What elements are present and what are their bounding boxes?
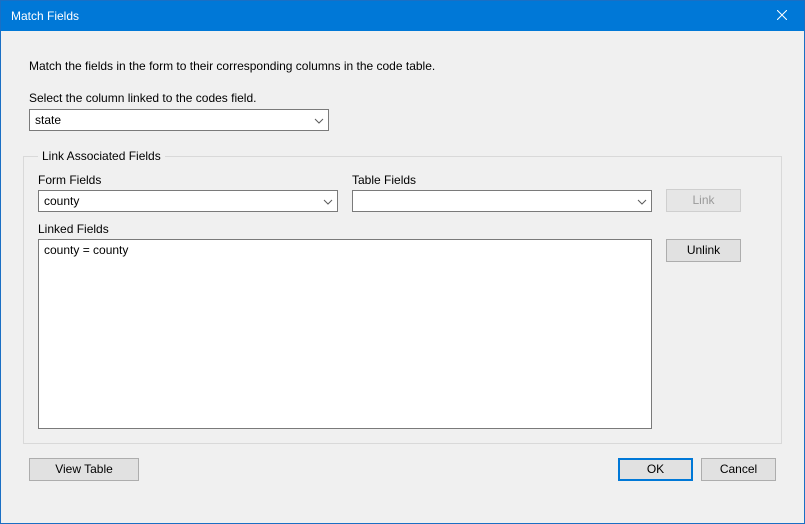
close-icon bbox=[777, 9, 787, 23]
table-fields-col: Table Fields bbox=[352, 173, 652, 212]
cancel-button[interactable]: Cancel bbox=[701, 458, 776, 481]
linked-row: county = county Unlink bbox=[38, 239, 767, 429]
link-associated-fields-group: Link Associated Fields Form Fields count… bbox=[23, 149, 782, 444]
window-title: Match Fields bbox=[11, 9, 759, 23]
group-legend: Link Associated Fields bbox=[38, 149, 165, 163]
chevron-down-icon bbox=[637, 193, 647, 209]
unlink-button[interactable]: Unlink bbox=[666, 239, 741, 262]
form-fields-label: Form Fields bbox=[38, 173, 338, 187]
intro-text: Match the fields in the form to their co… bbox=[29, 59, 776, 73]
ok-button[interactable]: OK bbox=[618, 458, 693, 481]
fields-row: Form Fields county Table Fields bbox=[38, 173, 767, 212]
dialog-body: Match the fields in the form to their co… bbox=[1, 31, 804, 523]
codes-field-label: Select the column linked to the codes fi… bbox=[29, 91, 776, 105]
close-button[interactable] bbox=[759, 1, 804, 31]
link-button[interactable]: Link bbox=[666, 189, 741, 212]
dialog-window: Match Fields Match the fields in the for… bbox=[0, 0, 805, 524]
form-fields-value: county bbox=[44, 194, 79, 208]
chevron-down-icon bbox=[323, 193, 333, 209]
linked-fields-listbox[interactable]: county = county bbox=[38, 239, 652, 429]
dialog-footer: View Table OK Cancel bbox=[23, 458, 782, 481]
view-table-button[interactable]: View Table bbox=[29, 458, 139, 481]
form-fields-col: Form Fields county bbox=[38, 173, 338, 212]
titlebar: Match Fields bbox=[1, 1, 804, 31]
form-fields-dropdown[interactable]: county bbox=[38, 190, 338, 212]
table-fields-dropdown[interactable] bbox=[352, 190, 652, 212]
codes-column-value: state bbox=[35, 113, 61, 127]
chevron-down-icon bbox=[314, 112, 324, 128]
linked-fields-label: Linked Fields bbox=[38, 222, 767, 236]
codes-column-dropdown[interactable]: state bbox=[29, 109, 329, 131]
linked-field-entry[interactable]: county = county bbox=[44, 243, 646, 257]
table-fields-label: Table Fields bbox=[352, 173, 652, 187]
